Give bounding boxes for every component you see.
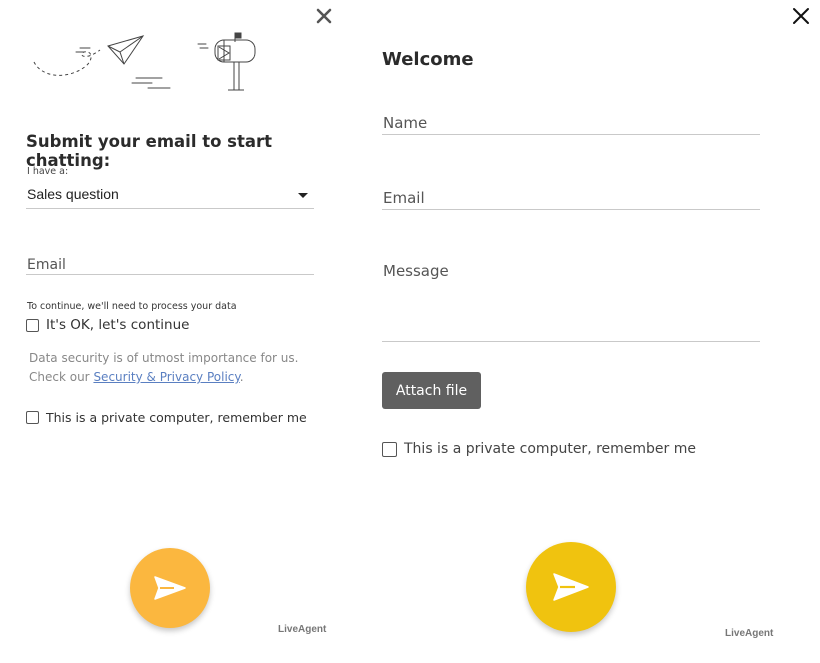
- remember-me-label: This is a private computer, remember me: [46, 410, 307, 425]
- paper-plane-icon: [33, 35, 171, 89]
- mailbox-icon: [197, 32, 256, 91]
- form-heading: Submit your email to start chatting:: [26, 132, 273, 170]
- question-type-select[interactable]: Sales question: [26, 184, 314, 209]
- send-icon: [154, 576, 186, 600]
- email-input[interactable]: [26, 255, 314, 275]
- paper-plane-mailbox-illustration: [33, 32, 256, 91]
- question-type-value: Sales question: [27, 186, 119, 202]
- security-text-prefix: Check our: [29, 370, 94, 384]
- attach-file-button[interactable]: Attach file: [382, 372, 481, 409]
- remember-me-checkbox[interactable]: [382, 441, 397, 457]
- close-icon[interactable]: [316, 8, 332, 24]
- consent-checkbox[interactable]: [26, 318, 39, 332]
- offline-form-panel: Submit your email to start chatting: I h…: [0, 0, 350, 663]
- remember-me-checkbox[interactable]: [26, 411, 39, 424]
- message-textarea[interactable]: [382, 262, 760, 342]
- chevron-down-icon: [298, 193, 308, 198]
- send-button[interactable]: [526, 542, 616, 632]
- send-button[interactable]: [130, 548, 210, 628]
- brand-logo[interactable]: LiveAgent: [278, 624, 326, 635]
- security-text-suffix: .: [239, 370, 244, 384]
- remember-me-row[interactable]: This is a private computer, remember me: [26, 410, 307, 425]
- name-input[interactable]: [382, 112, 760, 135]
- consent-label: It's OK, let's continue: [46, 317, 190, 333]
- send-icon: [553, 573, 589, 601]
- email-input[interactable]: [382, 186, 760, 210]
- remember-me-row[interactable]: This is a private computer, remember me: [382, 441, 696, 457]
- security-privacy-policy-link[interactable]: Security & Privacy Policy: [93, 370, 239, 384]
- close-icon[interactable]: [792, 7, 810, 25]
- welcome-form-panel: Welcome Attach file This is a private co…: [350, 0, 820, 663]
- remember-me-label: This is a private computer, remember me: [404, 441, 696, 457]
- security-text-line1: Data security is of utmost importance fo…: [29, 351, 299, 365]
- consent-note: To continue, we'll need to process your …: [27, 301, 237, 312]
- consent-checkbox-row[interactable]: It's OK, let's continue: [26, 317, 189, 333]
- brand-logo[interactable]: LiveAgent: [725, 628, 773, 639]
- security-notice: Data security is of utmost importance fo…: [29, 349, 329, 387]
- welcome-heading: Welcome: [382, 49, 474, 70]
- question-type-label: I have a:: [27, 166, 69, 177]
